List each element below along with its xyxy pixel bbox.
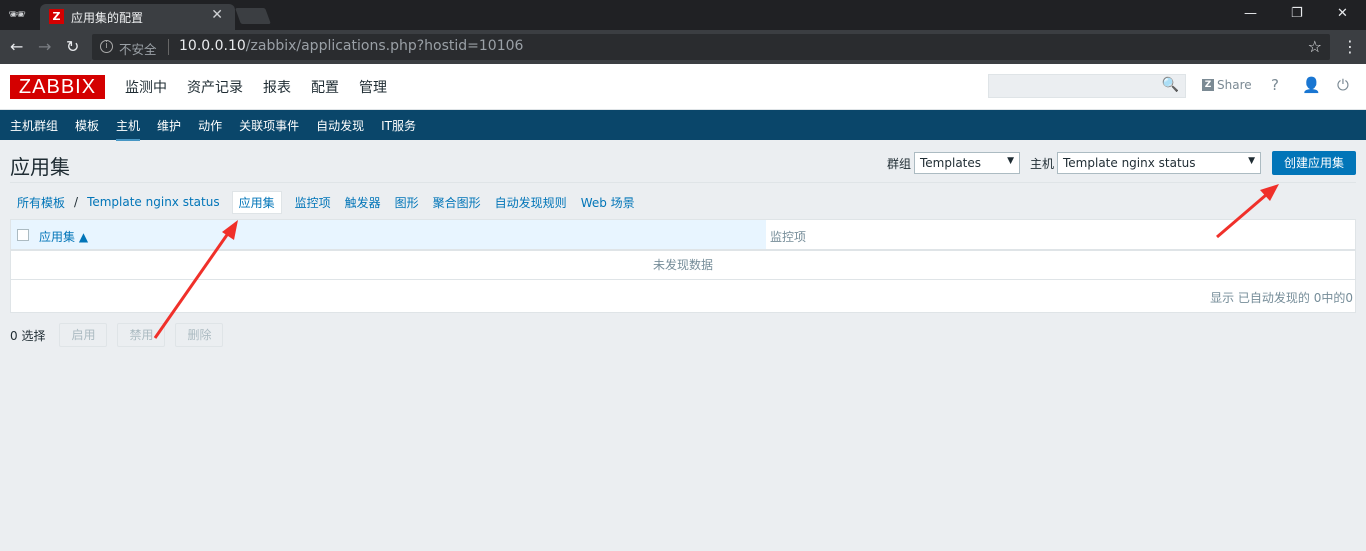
annotation-arrows [153,184,1279,339]
arrow-to-applications-tab [153,220,238,339]
arrow-to-create-button [1216,184,1279,239]
